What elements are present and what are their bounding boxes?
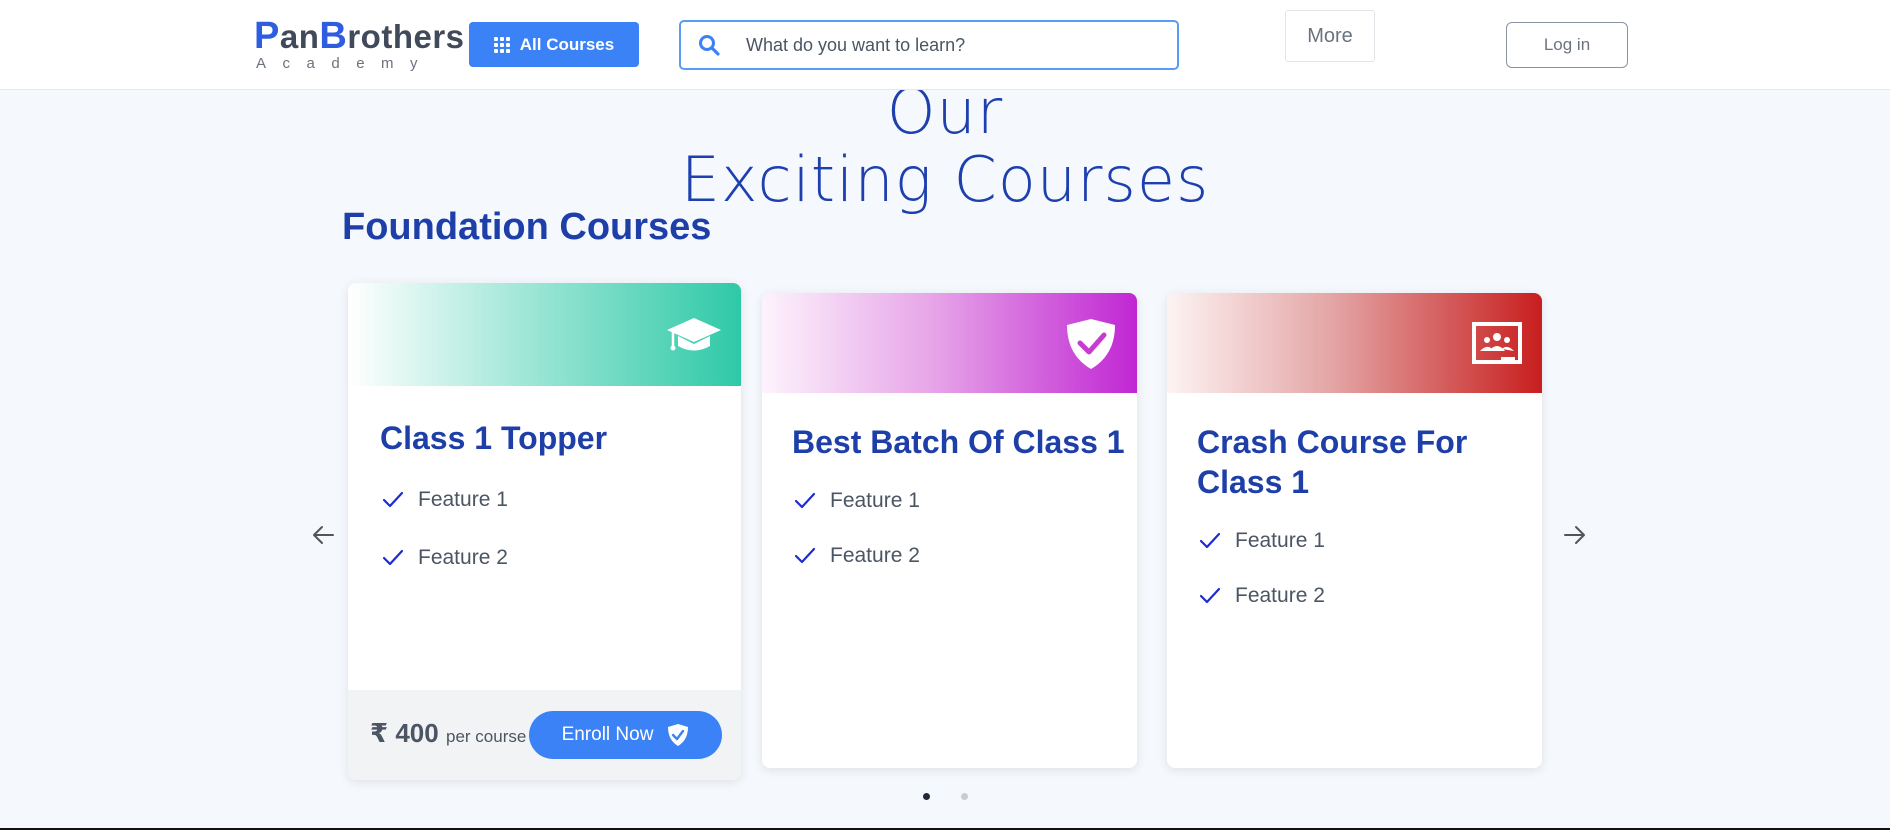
shield-check-icon [668,724,689,746]
login-button[interactable]: Log in [1506,22,1628,68]
card-title: Class 1 Topper [380,420,608,456]
card-footer: ₹ 400 per course Enroll Now [348,690,741,780]
course-card[interactable]: Class 1 Topper Feature 1 Feature 2 ₹ 400… [348,283,741,780]
check-icon [382,491,404,508]
check-icon [794,492,816,509]
course-card[interactable]: Best Batch Of Class 1 Feature 1 Feature … [762,293,1137,768]
search-box[interactable] [679,20,1179,70]
course-card[interactable]: Crash Course For Class 1 Feature 1 Featu… [1167,293,1542,768]
feature-label: Feature 2 [418,546,508,569]
enroll-now-button[interactable]: Enroll Now [529,711,722,759]
logo-wordmark: PanBrothers [254,15,465,57]
check-icon [794,547,816,564]
search-input[interactable] [746,30,1166,60]
card-title: Best Batch Of Class 1 [792,424,1125,460]
all-courses-button[interactable]: All Courses [469,22,639,67]
feature-item: Feature 2 [1199,584,1325,608]
classroom-icon [1472,322,1522,364]
feature-item: Feature 2 [382,546,508,570]
check-icon [382,549,404,566]
shield-check-icon [1067,319,1115,369]
logo-subtitle: Academy [256,55,435,72]
check-icon [1199,532,1221,549]
enroll-label: Enroll Now [561,724,654,745]
carousel-dot[interactable] [961,793,968,800]
more-button[interactable]: More [1285,10,1375,62]
feature-item: Feature 1 [794,489,920,513]
logo[interactable]: PanBrothers Academy [254,15,465,72]
carousel-pagination [923,793,968,800]
search-icon [699,35,720,56]
site-header: PanBrothers Academy All Courses More Log… [0,0,1890,90]
feature-label: Feature 1 [1235,529,1325,552]
card-header-band [1167,293,1542,393]
arrow-left-icon[interactable] [311,522,337,548]
feature-label: Feature 2 [1235,584,1325,607]
all-courses-label: All Courses [519,34,615,54]
price: ₹ 400 [370,718,439,748]
card-header-band [348,283,741,386]
card-header-band [762,293,1137,393]
card-title: Crash Course For Class 1 [1197,422,1467,502]
hero-title-line2: Exciting Courses [680,143,1210,216]
grid-icon [493,36,510,53]
check-icon [1199,587,1221,604]
feature-item: Feature 1 [1199,529,1325,553]
card-title-line2: Class 1 [1197,464,1310,500]
carousel-dot[interactable] [923,793,930,800]
feature-item: Feature 2 [794,544,920,568]
price-unit: per course [446,727,527,746]
feature-label: Feature 1 [418,488,508,511]
feature-label: Feature 2 [830,544,920,567]
feature-item: Feature 1 [382,488,508,512]
card-title-line1: Crash Course For [1197,424,1468,460]
graduation-cap-icon [667,318,721,351]
feature-label: Feature 1 [830,489,920,512]
arrow-right-icon[interactable] [1561,522,1587,548]
